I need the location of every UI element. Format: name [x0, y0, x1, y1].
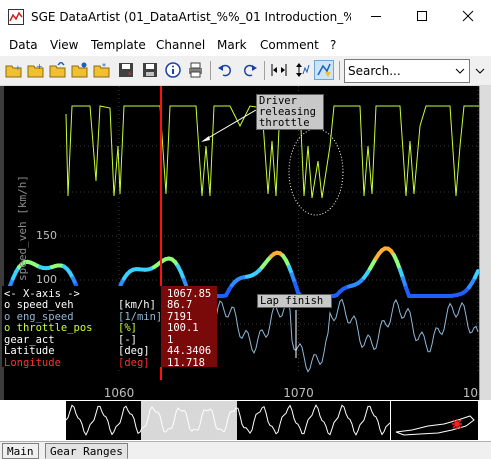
folder-up-button[interactable] [48, 60, 68, 80]
close-icon [462, 10, 474, 22]
vertical-scrollbar[interactable] [479, 86, 491, 400]
auto-scale-button[interactable] [292, 60, 312, 80]
title-bar: SGE DataArtist (01_DataArtist_%%_01 Intr… [0, 0, 491, 34]
channel-unit: [km/h] [118, 299, 156, 311]
save-button[interactable] [141, 60, 161, 80]
channel-row[interactable]: Latitude [4, 345, 55, 358]
chevron-down-icon[interactable] [453, 64, 467, 78]
svg-text:+: + [36, 62, 43, 71]
redo-icon [243, 64, 257, 77]
info-button[interactable] [164, 60, 184, 80]
engine-speed-trace [209, 298, 479, 373]
folder-star-button[interactable]: * [92, 60, 112, 80]
menu-help[interactable]: ? [330, 38, 336, 52]
channel-unit: [deg] [118, 356, 150, 369]
svg-text:*: * [102, 62, 106, 71]
new-file-icon: + [27, 62, 44, 78]
channel-row[interactable]: o throttle_pos [4, 322, 93, 335]
lap-finish-note[interactable]: Lap finish [257, 294, 332, 308]
channel-unit: [%] [118, 322, 137, 334]
tab-gear-ranges[interactable]: Gear Ranges [45, 443, 128, 459]
tab-main[interactable]: Main [2, 443, 39, 459]
position-marker-icon [452, 419, 462, 429]
fit-x-button[interactable] [269, 60, 289, 80]
pan-tool-icon [317, 63, 331, 77]
folder-star-icon: * [93, 62, 110, 78]
undo-icon [218, 64, 232, 77]
search-options-button[interactable] [470, 60, 490, 82]
toolbar-separator [339, 61, 340, 80]
fit-x-icon [271, 64, 287, 76]
x-axis-ticks: 1060107010801090110011101120 [104, 386, 491, 400]
channel-row[interactable]: Longitude [4, 357, 61, 370]
menu-view[interactable]: View [50, 38, 78, 52]
save-icon [143, 63, 157, 77]
menu-data[interactable]: Data [9, 38, 38, 52]
cursor-values-panel: 1067.85 86.7 7191 100.1 1 44.3406 11.718 [161, 286, 217, 369]
channel-value: 44.3406 [167, 345, 212, 357]
y-tick-label: 100 [36, 273, 57, 286]
svg-text:*: * [128, 71, 132, 78]
auto-scale-icon [296, 63, 310, 77]
toolbar-separator [264, 61, 265, 80]
overview-strip[interactable] [0, 400, 491, 441]
save-all-icon: * [119, 63, 133, 78]
note-line: throttle [259, 117, 310, 129]
channel-row[interactable]: o speed_veh [4, 299, 74, 312]
track-map [391, 401, 478, 440]
arrow-head-icon [201, 136, 210, 142]
folder-up-icon [49, 62, 66, 78]
toolbar-separator [210, 61, 211, 80]
menu-mark[interactable]: Mark [217, 38, 247, 52]
pan-tool-button[interactable] [314, 60, 334, 80]
menu-channel[interactable]: Channel [156, 38, 205, 52]
y-tick-label: 150 [36, 229, 57, 242]
menu-comment[interactable]: Comment [260, 38, 319, 52]
annotation-arrow [202, 109, 257, 142]
y-axis-label: speed_veh [km/h] [16, 175, 29, 281]
search-box[interactable] [344, 59, 470, 83]
close-button[interactable] [445, 0, 491, 32]
x-tick-label: 1070 [283, 386, 314, 400]
undo-button[interactable] [216, 60, 236, 80]
channel-value: 11.718 [167, 356, 205, 369]
overview-chart[interactable] [0, 400, 491, 441]
open-button[interactable]: + [4, 60, 24, 80]
maximize-button[interactable] [399, 0, 445, 32]
x-tick-label: 1060 [104, 386, 135, 400]
menu-bar: Data View Template Channel Mark Comment … [0, 34, 491, 56]
svg-text:+: + [15, 64, 21, 72]
print-icon [189, 62, 202, 78]
cursor-info-panel: <- X-axis -> o speed_veh [km/h] o eng_spee… [2, 286, 163, 370]
channel-unit: [deg] [118, 345, 150, 357]
search-input[interactable] [348, 63, 448, 79]
menu-template[interactable]: Template [91, 38, 146, 52]
window-title: SGE DataArtist (01_DataArtist_%%_01 Intr… [31, 10, 351, 24]
tab-bar: Main Gear Ranges [0, 441, 491, 459]
channel-value: 100.1 [167, 322, 199, 334]
folder-open-button[interactable] [70, 60, 90, 80]
info-icon [165, 62, 181, 78]
redo-button[interactable] [240, 60, 260, 80]
speed-trace-segment [473, 269, 480, 280]
maximize-icon [417, 11, 427, 21]
app-icon [8, 9, 24, 25]
overview-selection[interactable] [141, 401, 237, 440]
folder-open-icon [71, 62, 88, 78]
save-all-button[interactable]: * [117, 60, 137, 80]
open-folder-icon: + [5, 64, 22, 78]
chevron-down-icon [475, 68, 485, 74]
minimize-button[interactable] [353, 0, 399, 32]
minimize-icon [371, 16, 381, 17]
print-button[interactable] [186, 60, 206, 80]
driver-releasing-throttle-note[interactable]: Driver releasing throttle [256, 94, 324, 130]
new-button[interactable]: + [26, 60, 46, 80]
channel-value: 86.7 [167, 299, 193, 311]
